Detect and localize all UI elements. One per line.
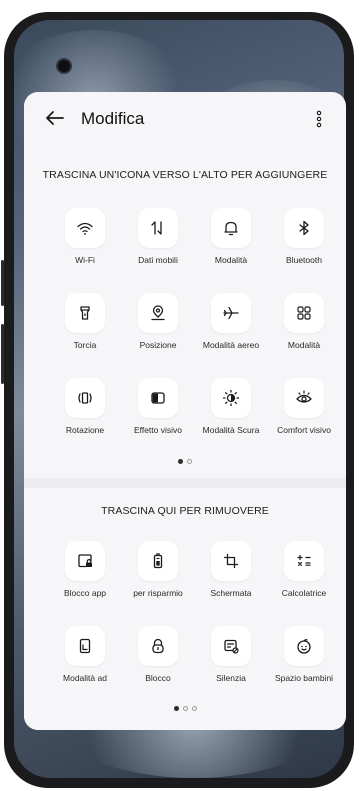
tile-location[interactable]: Posizione: [118, 293, 198, 350]
remove-section: TRASCINA QUI PER RIMUOVERE Blocco app pe…: [24, 488, 346, 730]
more-options-icon[interactable]: [314, 106, 324, 132]
tile-label: Blocco app: [63, 588, 107, 598]
tile-calculator[interactable]: Calcolatrice: [264, 541, 344, 598]
page-dot-active: [178, 459, 183, 464]
app-lock-icon: [78, 554, 92, 568]
one-hand-mode-icon: [79, 638, 91, 654]
tile-bluetooth[interactable]: Bluetooth: [264, 208, 344, 265]
airplane-icon: [223, 306, 239, 320]
add-section-title: TRASCINA UN'ICONA VERSO L'ALTO PER AGGIU…: [42, 169, 328, 181]
dark-mode-icon: [222, 389, 240, 407]
tile-label: Modalità: [214, 255, 248, 265]
header: Modifica: [24, 92, 346, 144]
front-camera: [56, 58, 72, 74]
calculator-icon: [297, 554, 311, 567]
visual-effect-icon: [151, 392, 165, 404]
tile-flashlight[interactable]: Torcia: [45, 293, 125, 350]
tile-label: Wi-Fi: [75, 255, 95, 265]
section-divider: [24, 478, 346, 488]
tile-label: Schermata: [210, 588, 252, 598]
tile-grid-mode[interactable]: Modalità: [264, 293, 344, 350]
page-dot: [191, 706, 197, 711]
tile-wifi[interactable]: Wi-Fi: [45, 208, 125, 265]
tile-label: Posizione: [139, 340, 177, 350]
tile-lock[interactable]: Blocco: [118, 626, 198, 683]
mobile-data-icon: [151, 221, 162, 235]
tile-rotation[interactable]: Rotazione: [45, 378, 125, 435]
tile-label: Silenzia: [216, 673, 246, 683]
battery-saver-icon: [153, 553, 163, 569]
tile-silence[interactable]: Silenzia: [191, 626, 271, 683]
silence-icon: [224, 639, 239, 654]
tile-battery-saver[interactable]: per risparmio: [118, 541, 198, 598]
rotation-icon: [78, 392, 92, 404]
tile-mobile-data[interactable]: Dati mobili: [118, 208, 198, 265]
tile-label: Rotazione: [65, 425, 105, 435]
tile-screenshot[interactable]: Schermata: [191, 541, 271, 598]
page-dot-active: [173, 706, 179, 711]
tile-label: Spazio bambini: [274, 673, 334, 683]
page-dot: [182, 706, 188, 711]
remove-section-title: TRASCINA QUI PER RIMUOVERE: [101, 505, 269, 517]
page-dot: [187, 459, 192, 464]
tile-app-lock[interactable]: Blocco app: [45, 541, 125, 598]
eye-icon: [296, 390, 312, 403]
tile-visual-effect[interactable]: Effetto visivo: [118, 378, 198, 435]
edit-panel: Modifica TRASCINA UN'ICONA VERSO L'ALTO …: [24, 92, 346, 730]
tile-mode[interactable]: Modalità: [191, 208, 271, 265]
power-button: [1, 324, 4, 384]
flashlight-icon: [80, 306, 90, 320]
tile-label: Calcolatrice: [281, 588, 327, 598]
tile-one-hand-mode[interactable]: Modalità ad: [45, 626, 125, 683]
back-arrow-icon[interactable]: [42, 105, 68, 131]
tile-airplane[interactable]: Modalità aereo: [191, 293, 271, 350]
tile-label: Comfort visivo: [277, 425, 331, 435]
tile-label: Blocco: [145, 673, 171, 683]
location-icon: [151, 305, 165, 321]
wifi-icon: [77, 222, 93, 235]
remove-page-indicator: [24, 706, 346, 714]
kids-space-icon: [297, 639, 311, 654]
tile-label: Effetto visivo: [133, 425, 183, 435]
tile-label: Modalità ad: [63, 673, 107, 683]
page-title: Modifica: [81, 109, 145, 128]
grid-icon: [297, 306, 311, 320]
tile-label: Modalità: [287, 340, 321, 350]
lock-icon: [152, 638, 164, 654]
tile-dark-mode[interactable]: Modalità Scura: [191, 378, 271, 435]
volume-button: [1, 260, 4, 306]
tile-label: Torcia: [73, 340, 97, 350]
tile-label: Modalità Scura: [202, 425, 260, 435]
bell-icon: [224, 221, 238, 236]
bluetooth-icon: [299, 220, 309, 236]
add-page-indicator: [24, 459, 346, 467]
tile-label: Dati mobili: [138, 255, 178, 265]
tile-label: per risparmio: [133, 588, 183, 598]
tile-eye-comfort[interactable]: Comfort visivo: [264, 378, 344, 435]
crop-icon: [223, 553, 239, 569]
tile-label: Modalità aereo: [202, 340, 260, 350]
tile-kids-space[interactable]: Spazio bambini: [264, 626, 344, 683]
tile-label: Bluetooth: [286, 255, 322, 265]
